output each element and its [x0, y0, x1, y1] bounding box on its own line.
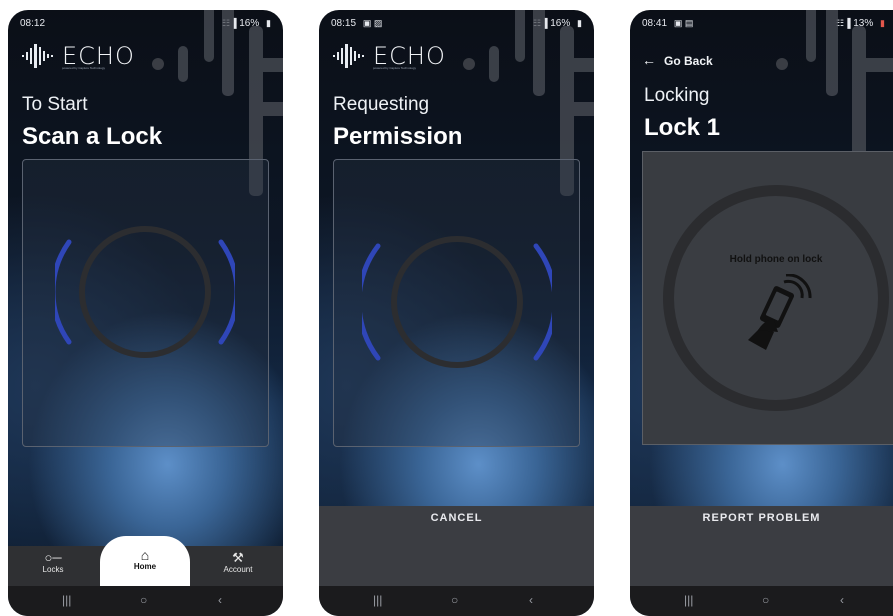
scan-ring-icon — [55, 226, 235, 358]
status-time: 08:15 ▣ ▨ — [331, 18, 383, 29]
logo-tagline: powered by Capture Technology — [62, 66, 105, 70]
page-title: Lock 1 — [644, 114, 721, 141]
nav-item-account[interactable]: ⚒ Account — [193, 546, 283, 586]
home-icon: ⌂ — [140, 547, 150, 563]
recent-apps-button[interactable]: ||| — [684, 593, 693, 607]
notification-icons: ▣ ▨ — [362, 18, 383, 28]
system-back-button[interactable]: ‹ — [529, 593, 533, 607]
decor-bar — [515, 10, 525, 62]
scan-area[interactable] — [333, 159, 580, 447]
lock-ring[interactable]: Hold phone on lock — [663, 185, 889, 411]
phone-screen-locking: 08:41 ▣ ▤ ☷▐ 13% ▮ ← Go Back Locking Lock… — [630, 10, 893, 616]
action-bar: CANCEL — [319, 506, 594, 586]
decor-bar — [574, 58, 594, 72]
system-back-button[interactable]: ‹ — [218, 593, 222, 607]
lock-panel: Hold phone on lock — [642, 151, 893, 445]
decor-bar — [866, 58, 893, 72]
system-home-button[interactable]: ○ — [762, 593, 769, 607]
nav-item-home[interactable]: ⌂ Home — [100, 536, 190, 586]
notification-icons: ▣ ▤ — [673, 18, 694, 28]
system-navigation-bar: ||| ○ ‹ — [630, 586, 893, 616]
decor-bar — [806, 10, 816, 62]
nav-label-home: Home — [133, 562, 157, 571]
system-home-button[interactable]: ○ — [140, 593, 147, 607]
hold-phone-instruction: Hold phone on lock — [729, 254, 823, 265]
system-navigation-bar: ||| ○ ‹ — [319, 586, 594, 616]
key-icon: ○─ — [44, 550, 62, 565]
page-title: Scan a Lock — [22, 123, 163, 150]
soundwave-logo-icon — [22, 44, 53, 68]
soundwave-logo-icon — [333, 44, 364, 68]
decor-bar — [263, 58, 283, 72]
status-time: 08:41 ▣ ▤ — [642, 18, 694, 29]
decor-bar — [263, 102, 283, 116]
decor-bar — [222, 10, 234, 96]
heading-small: Locking — [644, 85, 710, 106]
decor-bar — [574, 102, 594, 116]
battery-low-icon: ▮ — [880, 18, 885, 28]
status-time: 08:12 — [20, 18, 46, 29]
nav-label-account: Account — [223, 565, 253, 574]
system-back-button[interactable]: ‹ — [840, 593, 844, 607]
cancel-button[interactable]: CANCEL — [319, 512, 594, 528]
bottom-navigation: ○─ Locks ⌂ Home ⚒ Account — [8, 536, 283, 586]
phone-screen-permission: 08:15 ▣ ▨ ☷▐ 16% ▮ ECHO powe — [319, 10, 594, 616]
nav-label-locks: Locks — [42, 565, 64, 574]
system-navigation-bar: ||| ○ ‹ — [8, 586, 283, 616]
heading-small: Requesting — [333, 94, 430, 115]
battery-icon: ▮ — [266, 18, 271, 28]
report-problem-button[interactable]: REPORT PROBLEM — [630, 512, 893, 528]
go-back-button[interactable]: ← Go Back — [642, 52, 713, 68]
echo-logo: ECHO powered by Capture Technology — [22, 42, 182, 70]
wifi-signal-icon: ☷▐ — [836, 18, 851, 28]
recent-apps-button[interactable]: ||| — [62, 593, 71, 607]
system-home-button[interactable]: ○ — [451, 593, 458, 607]
heading-small: To Start — [22, 94, 88, 115]
page-title: Permission — [333, 123, 463, 150]
nav-item-locks[interactable]: ○─ Locks — [8, 546, 98, 586]
wrench-icon: ⚒ — [232, 550, 244, 565]
decor-bar — [826, 10, 838, 96]
hand-phone-nfc-icon — [748, 274, 812, 350]
scan-ring-icon — [362, 236, 552, 368]
recent-apps-button[interactable]: ||| — [373, 593, 382, 607]
echo-logo: ECHO powered by Capture Technology — [333, 42, 493, 70]
scan-area[interactable] — [22, 159, 269, 447]
decor-bar — [533, 10, 545, 96]
decor-bar — [204, 10, 214, 62]
action-bar: REPORT PROBLEM — [630, 506, 893, 586]
decor-bar — [852, 26, 866, 166]
arrow-left-icon: ← — [642, 52, 656, 68]
battery-icon: ▮ — [577, 18, 582, 28]
status-bar: 08:41 ▣ ▤ ☷▐ 13% ▮ — [642, 18, 885, 32]
phone-screen-scan: 08:12 ☷▐ 16% ▮ ECHO powered by Capture — [8, 10, 283, 616]
go-back-label: Go Back — [664, 54, 713, 68]
decor-dot — [776, 58, 788, 70]
logo-tagline: powered by Capture Technology — [373, 66, 416, 70]
